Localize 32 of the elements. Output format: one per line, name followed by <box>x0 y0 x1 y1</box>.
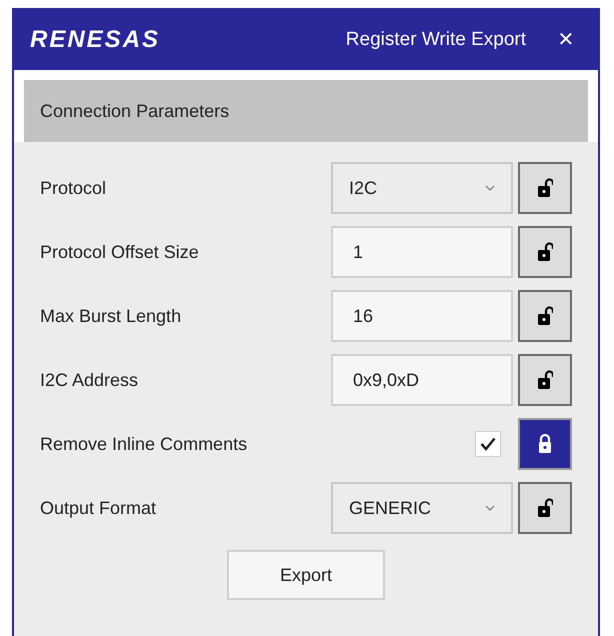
chevron-down-icon <box>485 185 495 191</box>
input-field[interactable]: 16 <box>331 290 513 342</box>
field-label: Remove Inline Comments <box>40 432 248 456</box>
export-button[interactable]: Export <box>227 550 385 600</box>
chevron-down-icon <box>485 505 495 511</box>
lock-button[interactable] <box>518 226 572 278</box>
unlock-icon <box>537 370 553 390</box>
lock-icon <box>537 434 553 454</box>
lock-button[interactable] <box>518 482 572 534</box>
lock-button[interactable] <box>518 418 572 470</box>
unlock-icon <box>537 498 553 518</box>
input-field[interactable]: 0x9,0xD <box>331 354 513 406</box>
lock-button[interactable] <box>518 354 572 406</box>
field-label: I2C Address <box>40 368 138 392</box>
lock-button[interactable] <box>518 290 572 342</box>
logo: RENESAS <box>30 25 160 55</box>
window-title: Register Write Export <box>346 28 526 52</box>
field-label: Max Burst Length <box>40 304 182 328</box>
field-label: Protocol <box>40 176 106 200</box>
unlock-icon <box>537 178 553 198</box>
section-title: Connection Parameters <box>40 100 230 122</box>
dropdown[interactable]: GENERIC <box>331 482 513 534</box>
field-label: Output Format <box>40 496 156 520</box>
unlock-icon <box>537 306 553 326</box>
checkmark-icon <box>480 437 496 451</box>
close-button[interactable]: ✕ <box>550 25 582 55</box>
unlock-icon <box>537 242 553 262</box>
lock-button[interactable] <box>518 162 572 214</box>
checkbox[interactable] <box>475 431 501 457</box>
input-field[interactable]: 1 <box>331 226 513 278</box>
field-label: Protocol Offset Size <box>40 240 199 264</box>
dropdown[interactable]: I2C <box>331 162 513 214</box>
